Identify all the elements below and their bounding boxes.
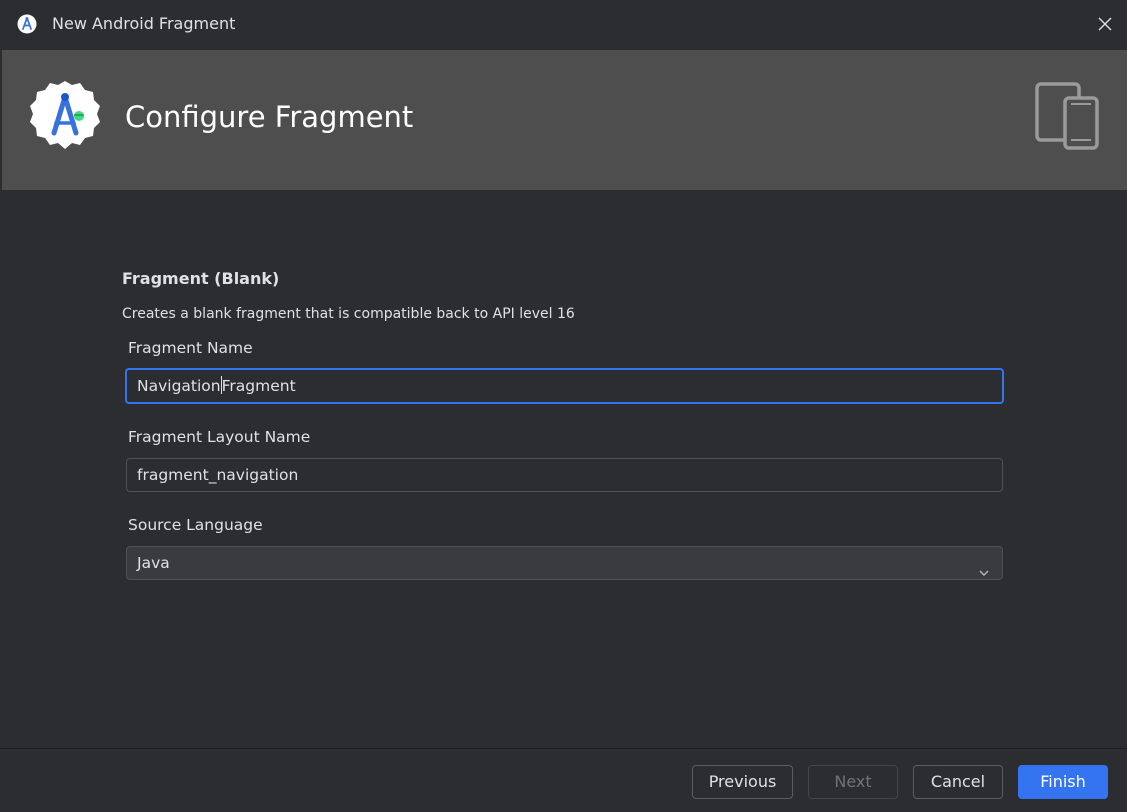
source-language-select[interactable]: Java [126, 546, 1003, 580]
dialog-window: New Android Fragment Configure Fragment [0, 0, 1127, 812]
layout-name-label: Fragment Layout Name [128, 428, 311, 446]
android-studio-logo-icon [28, 79, 102, 153]
source-language-value: Java [137, 554, 170, 572]
title-bar: New Android Fragment [0, 0, 1127, 50]
wizard-header: Configure Fragment [2, 50, 1127, 190]
cancel-button[interactable]: Cancel [913, 765, 1003, 799]
layout-name-value: fragment_navigation [137, 466, 299, 484]
form-content: Fragment (Blank) Creates a blank fragmen… [0, 190, 1127, 748]
page-title: Configure Fragment [125, 100, 414, 134]
phone-tablet-icon [1035, 82, 1099, 150]
source-language-label: Source Language [128, 516, 263, 534]
section-description: Creates a blank fragment that is compati… [122, 306, 575, 322]
finish-button[interactable]: Finish [1018, 765, 1108, 799]
android-studio-icon [17, 14, 37, 34]
section-title: Fragment (Blank) [122, 269, 280, 288]
chevron-down-icon [978, 558, 990, 576]
fragment-name-value-start: Navigation [137, 377, 221, 395]
next-button[interactable]: Next [808, 765, 898, 799]
layout-name-input[interactable]: fragment_navigation [126, 458, 1003, 492]
fragment-name-input[interactable]: NavigationFragment [125, 368, 1004, 404]
button-bar: Previous Next Cancel Finish [0, 748, 1127, 812]
close-icon[interactable] [1097, 16, 1113, 32]
window-title: New Android Fragment [52, 14, 236, 33]
fragment-name-label: Fragment Name [128, 339, 253, 357]
fragment-name-value-end: Fragment [221, 377, 296, 395]
previous-button[interactable]: Previous [692, 765, 793, 799]
